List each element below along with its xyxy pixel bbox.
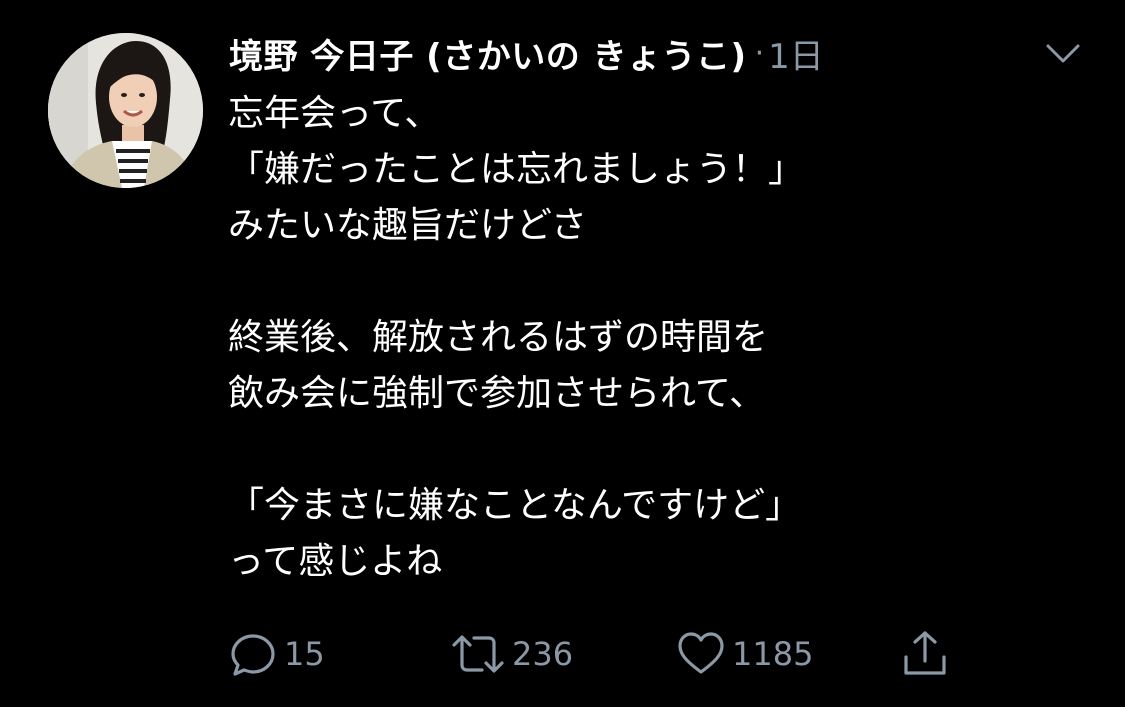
reply-count: 15 (284, 635, 325, 673)
tweet-text-line: 忘年会って、 (228, 93, 441, 134)
tweet-text-line: 「嫌だったことは忘れましょう！」 (228, 149, 805, 190)
avatar[interactable] (48, 33, 203, 188)
tweet-text-line (228, 254, 1098, 310)
tweet-text-line: みたいな趣旨だけどさ (228, 205, 587, 246)
share-button[interactable] (900, 626, 950, 682)
display-name[interactable]: 境野 今日子 (さかいの きょうこ) (229, 29, 747, 78)
profile-photo-avatar (48, 33, 203, 188)
retweet-button[interactable]: 236 (450, 626, 573, 682)
tweet-text-line: って感じよね (228, 541, 443, 582)
header-separator: · (754, 35, 765, 71)
chevron-down-icon[interactable] (1042, 38, 1084, 70)
like-button[interactable]: 1185 (676, 626, 813, 682)
tweet-text-line: 飲み会に強制で参加させられて、 (228, 373, 766, 414)
like-count: 1185 (732, 635, 814, 673)
tweet-text: 忘年会って、 「嫌だったことは忘れましょう！」 みたいな趣旨だけどさ 終業後、解… (228, 86, 1098, 590)
retweet-icon (452, 635, 504, 673)
tweet-text-line (228, 422, 1098, 478)
tweet-header: 境野 今日子 (さかいの きょうこ) · 1日 (229, 28, 824, 78)
reply-button[interactable]: 15 (228, 626, 325, 682)
tweet-text-line: 終業後、解放されるはずの時間を (228, 317, 769, 358)
timestamp[interactable]: 1日 (768, 29, 824, 78)
heart-icon (678, 632, 724, 674)
retweet-count: 236 (512, 635, 574, 673)
action-bar: 15 236 1185 (228, 626, 988, 682)
tweet-text-line: 「今まさに嫌なことなんですけど」 (228, 485, 802, 526)
tweet[interactable]: 境野 今日子 (さかいの きょうこ) · 1日 忘年会って、 「嫌だったことは忘… (0, 0, 1125, 707)
reply-icon (231, 634, 275, 676)
share-icon (904, 631, 946, 675)
